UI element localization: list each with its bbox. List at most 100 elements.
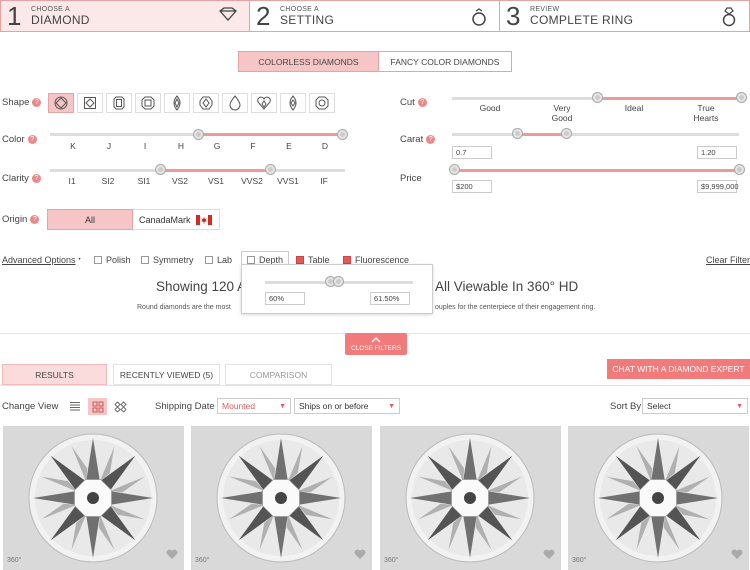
clarity-slider-handle-max[interactable] [265, 164, 276, 175]
depth-max-input[interactable]: 61.50% [370, 292, 410, 305]
diamond-icon [219, 7, 237, 23]
carat-slider-handle-min[interactable] [512, 128, 523, 139]
cut-tick: True Hearts [693, 103, 719, 123]
carat-min-input[interactable]: 0.7 [452, 146, 492, 159]
view-360-icon[interactable]: 360° [7, 557, 21, 564]
view-360-icon[interactable]: 360° [384, 557, 398, 564]
help-icon[interactable]: ? [417, 98, 427, 107]
origin-canadamark-button[interactable]: CanadaMark [133, 209, 220, 230]
color-tick: G [213, 141, 221, 151]
color-tick: F [250, 141, 256, 151]
heart-icon[interactable] [166, 549, 178, 562]
table-checkbox[interactable] [296, 256, 304, 264]
diamond-view-button[interactable] [111, 398, 130, 415]
sort-by-select[interactable]: Select ▼ [642, 398, 748, 414]
help-icon[interactable]: ? [31, 174, 41, 183]
help-icon[interactable]: ? [32, 98, 42, 107]
clarity-tick: SI1 [137, 176, 151, 186]
carat-max-input[interactable]: 1.20 [697, 146, 737, 159]
princess-shape-icon [84, 97, 96, 109]
lab-checkbox[interactable] [205, 256, 213, 264]
price-slider-handle-min[interactable] [449, 164, 460, 175]
chat-with-expert-button[interactable]: CHAT WITH A DIAMOND EXPERT [607, 359, 750, 379]
polish-checkbox[interactable] [94, 256, 102, 264]
origin-label-text: Origin [2, 214, 28, 225]
close-filters-button[interactable]: CLOSE FILTERS [345, 333, 407, 355]
shape-oval[interactable] [193, 93, 219, 113]
step-choose-setting[interactable]: 2 CHOOSE A SETTING [250, 0, 500, 32]
polish-label: Polish [106, 255, 131, 265]
shape-heart[interactable] [251, 93, 277, 113]
help-icon[interactable]: ? [30, 215, 40, 224]
price-max-input[interactable]: $9,999,000 [697, 180, 739, 193]
color-slider-handle-max[interactable] [337, 129, 348, 140]
heart-icon[interactable] [354, 549, 366, 562]
depth-slider-handle-max[interactable] [333, 276, 344, 287]
help-icon[interactable]: ? [426, 135, 436, 144]
close-filters-label: CLOSE FILTERS [350, 345, 402, 352]
radiant-shape-icon [289, 95, 297, 111]
step-caption: REVIEW [530, 5, 560, 13]
diamond-image [405, 433, 535, 563]
symmetry-filter[interactable]: Symmetry [141, 255, 194, 265]
diamond-card[interactable]: 360° [191, 426, 372, 570]
view-360-icon[interactable]: 360° [195, 557, 209, 564]
tab-results[interactable]: RESULTS [2, 364, 107, 385]
help-icon[interactable]: ? [27, 135, 37, 144]
ships-on-or-before-select[interactable]: Ships on or before ▼ [294, 398, 400, 414]
tab-comparison[interactable]: COMPARISON [225, 364, 332, 385]
tab-colorless-diamonds[interactable]: COLORLESS DIAMONDS [238, 51, 379, 72]
carat-slider-track[interactable] [452, 133, 739, 136]
price-slider-handle-max[interactable] [734, 164, 745, 175]
cut-slider-handle-max[interactable] [736, 92, 747, 103]
lab-label: Lab [217, 255, 233, 265]
shape-cushion[interactable] [309, 93, 335, 113]
shape-asscher[interactable] [135, 93, 161, 113]
heart-icon[interactable] [543, 549, 555, 562]
price-min-input[interactable]: $200 [452, 180, 492, 193]
grid-view-icon [92, 401, 103, 412]
origin-all-button[interactable]: All [47, 209, 133, 230]
price-slider-track[interactable] [452, 169, 739, 172]
shape-radiant[interactable] [280, 93, 306, 113]
tab-recently-viewed[interactable]: RECENTLY VIEWED (5) [113, 364, 220, 385]
shape-pear[interactable] [222, 93, 248, 113]
dropdown-arrow-icon: ▼ [736, 402, 743, 410]
advanced-options-toggle[interactable]: Advanced Options • [2, 255, 81, 265]
shape-emerald[interactable] [106, 93, 132, 113]
grid-view-button[interactable] [88, 398, 107, 415]
depth-min-input[interactable]: 60% [265, 292, 305, 305]
diamond-card[interactable]: 360° [568, 426, 749, 570]
shipping-date-select[interactable]: Mounted ▼ [217, 398, 291, 414]
shape-round[interactable] [48, 93, 74, 113]
polish-filter[interactable]: Polish [94, 255, 131, 265]
ring-with-diamond-icon [721, 7, 737, 29]
step-choose-diamond[interactable]: 1 CHOOSE A DIAMOND [0, 0, 250, 32]
color-slider-handle-min[interactable] [193, 129, 204, 140]
shape-marquise[interactable] [164, 93, 190, 113]
dropdown-arrow-icon: ▼ [279, 402, 286, 410]
diamond-image [216, 433, 346, 563]
clear-filter-link[interactable]: Clear Filter [706, 255, 750, 265]
lab-filter[interactable]: Lab [205, 255, 232, 265]
ships-on-or-before-value: Ships on or before [299, 401, 369, 411]
heart-icon[interactable] [731, 549, 743, 562]
step-review-ring[interactable]: 3 REVIEW COMPLETE RING [500, 0, 750, 32]
symmetry-checkbox[interactable] [141, 256, 149, 264]
step-title: DIAMOND [31, 12, 90, 27]
diamond-card[interactable]: 360° [3, 426, 184, 570]
color-tick: D [321, 141, 329, 151]
shape-filter-label: Shape? [2, 97, 42, 108]
list-view-button[interactable] [65, 398, 84, 415]
carat-slider-handle-max[interactable] [561, 128, 572, 139]
cut-slider-handle-min[interactable] [592, 92, 603, 103]
clarity-slider-track[interactable] [50, 169, 345, 172]
view-360-icon[interactable]: 360° [572, 557, 586, 564]
tab-fancy-color-diamonds[interactable]: FANCY COLOR DIAMONDS [378, 51, 512, 72]
diamond-card[interactable]: 360° [380, 426, 561, 570]
fluorescence-checkbox[interactable] [343, 256, 351, 264]
shape-princess[interactable] [77, 93, 103, 113]
pear-shape-icon [229, 95, 241, 111]
depth-checkbox[interactable] [247, 256, 255, 264]
clarity-slider-handle-min[interactable] [155, 164, 166, 175]
